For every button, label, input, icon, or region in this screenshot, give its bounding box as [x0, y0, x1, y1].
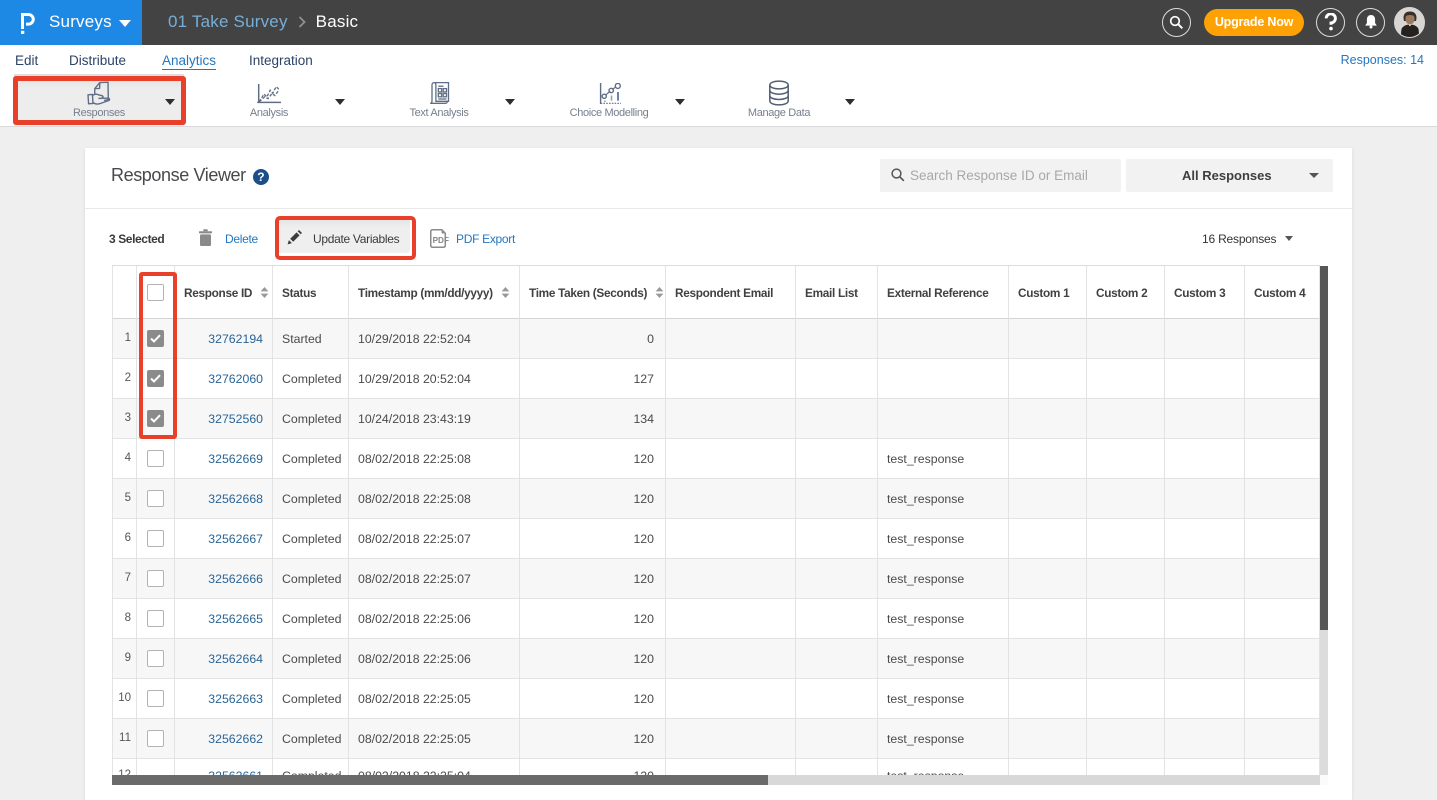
- svg-text:PDF: PDF: [433, 236, 449, 245]
